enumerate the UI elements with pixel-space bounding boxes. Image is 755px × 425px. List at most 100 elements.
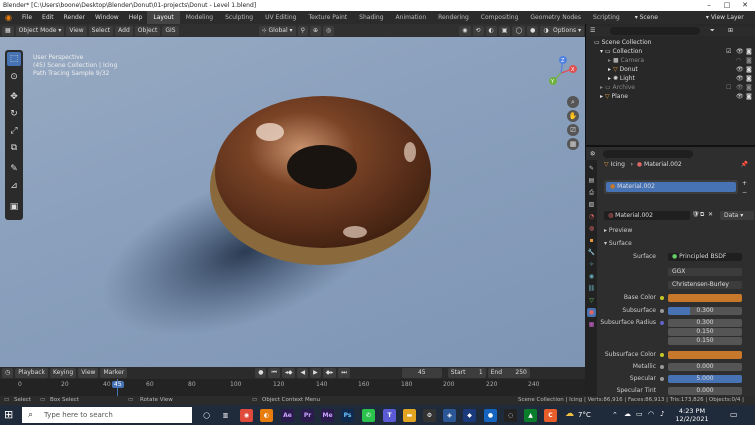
start-frame-field[interactable]: Start 1	[447, 368, 486, 378]
render-tab-icon[interactable]: ▤	[587, 176, 596, 185]
jump-start-icon[interactable]: ⏮	[268, 368, 280, 378]
next-key-icon[interactable]: ◆▸	[322, 368, 337, 378]
xray-icon[interactable]: ▣	[498, 25, 511, 36]
outliner-row-scene-collection[interactable]: ▭ Scene Collection	[586, 38, 755, 47]
current-frame-field[interactable]: 45	[401, 368, 442, 378]
workspace-tab-modeling[interactable]: Modeling	[180, 11, 219, 24]
preview-section-header[interactable]: ▸ Preview	[604, 227, 632, 234]
pivot-icon[interactable]: ⚲	[297, 25, 308, 36]
menu-file[interactable]: File	[17, 14, 37, 21]
transform-orientation-dropdown[interactable]: ⊹ Global ▾	[258, 25, 296, 36]
scale-tool-icon[interactable]: ⤢	[7, 124, 21, 138]
texture-tab-icon[interactable]: ▦	[587, 320, 596, 329]
socket-icon[interactable]	[660, 377, 664, 381]
new-collection-icon[interactable]: ⊞	[728, 26, 733, 35]
blender-taskbar-icon[interactable]: ◐	[260, 409, 273, 422]
timeline-editor-icon[interactable]: ◷	[2, 368, 14, 378]
eye-icon[interactable]: 👁	[736, 74, 744, 83]
unlink-icon[interactable]: ✕	[708, 211, 713, 218]
menu-help[interactable]: Help	[124, 14, 148, 21]
workspace-tab-scripting[interactable]: Scripting	[587, 11, 626, 24]
view-menu[interactable]: View	[66, 25, 87, 36]
camera-view-icon[interactable]: ⎚	[567, 124, 579, 136]
pin-icon[interactable]: 📌	[741, 161, 748, 168]
editor-type-icon[interactable]: ▦	[2, 25, 14, 36]
output-tab-icon[interactable]: ⎙	[587, 188, 596, 197]
properties-search-input[interactable]	[603, 150, 694, 158]
view-layer-selector[interactable]: ▾ View Layer	[701, 14, 749, 21]
expand-icon[interactable]: ▸	[608, 66, 611, 73]
eye-icon[interactable]: 👁	[736, 65, 744, 74]
surface-shader-field[interactable]: ● Principled BSDF	[668, 253, 742, 261]
properties-editor-icon[interactable]: ⚙	[590, 151, 595, 158]
outliner-row-donut[interactable]: ▸ ▽ Donut 👁 ◙	[586, 65, 755, 74]
socket-icon[interactable]	[660, 353, 664, 357]
3d-viewport[interactable]	[0, 37, 585, 367]
photoshop-icon[interactable]: Ps	[341, 409, 354, 422]
shading-wireframe-icon[interactable]: ◯	[512, 25, 526, 36]
zoom-icon[interactable]: ⌕	[567, 96, 579, 108]
eye-icon[interactable]: 👁	[736, 83, 744, 92]
file-explorer-icon[interactable]: ▬	[403, 409, 416, 422]
app-icon[interactable]: ◌	[504, 409, 517, 422]
whatsapp-icon[interactable]: ✆	[362, 409, 375, 422]
camera-render-icon[interactable]: ◙	[746, 92, 752, 101]
eye-closed-icon[interactable]: ◠	[736, 56, 741, 65]
teams-icon[interactable]: T	[383, 409, 396, 422]
menu-window[interactable]: Window	[90, 14, 124, 21]
socket-icon[interactable]	[660, 309, 664, 313]
visibility-icon[interactable]: ◉	[459, 25, 471, 36]
app-icon[interactable]: ◆	[463, 409, 476, 422]
minimize-icon[interactable]: –	[700, 0, 718, 11]
shading-solid-icon[interactable]: ●	[527, 25, 539, 36]
gizmo-toggle-icon[interactable]: ⟲	[472, 25, 484, 36]
socket-icon[interactable]	[660, 365, 664, 369]
settings-icon[interactable]: ⚙	[423, 409, 436, 422]
select-box-tool-icon[interactable]: ⬚	[7, 52, 21, 66]
options-dropdown[interactable]: Options ▾	[550, 26, 585, 36]
data-tab-icon[interactable]: ▽	[587, 296, 596, 305]
media-encoder-icon[interactable]: Me	[321, 409, 334, 422]
outliner-row-light[interactable]: ▸ ✺ Light 👁 ◙	[586, 74, 755, 83]
workspace-tab-shading[interactable]: Shading	[353, 11, 389, 24]
workspace-tab-texture-paint[interactable]: Texture Paint	[302, 11, 353, 24]
material-slot-item[interactable]: ● Material.002	[606, 182, 736, 192]
metallic-slider[interactable]: 0.000	[668, 363, 742, 371]
expand-icon[interactable]: ▸	[600, 93, 603, 100]
wifi-icon[interactable]: ◠	[648, 410, 654, 418]
after-effects-icon[interactable]: Ae	[281, 409, 294, 422]
material-tab-icon[interactable]: ●	[587, 308, 596, 317]
taskbar-clock[interactable]: 4:23 PM 12/2/2021	[672, 407, 712, 423]
workspace-tab-geometry-nodes[interactable]: Geometry Nodes	[524, 11, 587, 24]
end-frame-field[interactable]: End 250	[487, 368, 530, 378]
app-icon[interactable]: ◈	[443, 409, 456, 422]
surface-section-header[interactable]: ▾ Surface	[604, 240, 632, 247]
world-tab-icon[interactable]: ◍	[587, 224, 596, 233]
particles-tab-icon[interactable]: ✧	[587, 260, 596, 269]
proportional-edit-icon[interactable]: ◎	[323, 25, 335, 36]
play-reverse-icon[interactable]: ◀	[297, 368, 309, 378]
playback-menu[interactable]: Playback	[15, 368, 49, 378]
workspace-tab-rendering[interactable]: Rendering	[432, 11, 475, 24]
blender-logo-icon[interactable]: ◉	[0, 13, 17, 22]
cursor-tool-icon[interactable]: ⊙	[7, 70, 21, 84]
camera-render-icon[interactable]: ◙	[746, 83, 752, 92]
camera-render-icon[interactable]: ◙	[746, 56, 752, 65]
pan-hand-icon[interactable]: ✋	[567, 110, 579, 122]
jump-end-icon[interactable]: ⏭	[338, 368, 350, 378]
rotate-tool-icon[interactable]: ↻	[7, 107, 21, 121]
expand-icon[interactable]: ▸	[608, 75, 611, 82]
marker-menu[interactable]: Marker	[100, 368, 128, 378]
premiere-icon[interactable]: Pr	[301, 409, 314, 422]
menu-render[interactable]: Render	[59, 14, 90, 21]
outliner-row-archive[interactable]: ▸ ▭ Archive ☐ 👁 ◙	[586, 83, 755, 92]
expand-icon[interactable]: ▾	[600, 48, 603, 55]
outliner-row-collection[interactable]: ▾ ▭ Collection ☑ 👁 ◙	[586, 47, 755, 56]
outliner-row-camera[interactable]: ▸ ■ Camera ◠ ◙	[586, 56, 755, 65]
add-slot-icon[interactable]: +	[742, 180, 747, 187]
task-switch-icon[interactable]: ▥	[219, 409, 232, 422]
timeline-view-menu[interactable]: View	[78, 368, 99, 378]
task-view-icon[interactable]: ◯	[200, 409, 213, 422]
camera-render-icon[interactable]: ◙	[746, 65, 752, 74]
camera-render-icon[interactable]: ◙	[746, 47, 752, 56]
